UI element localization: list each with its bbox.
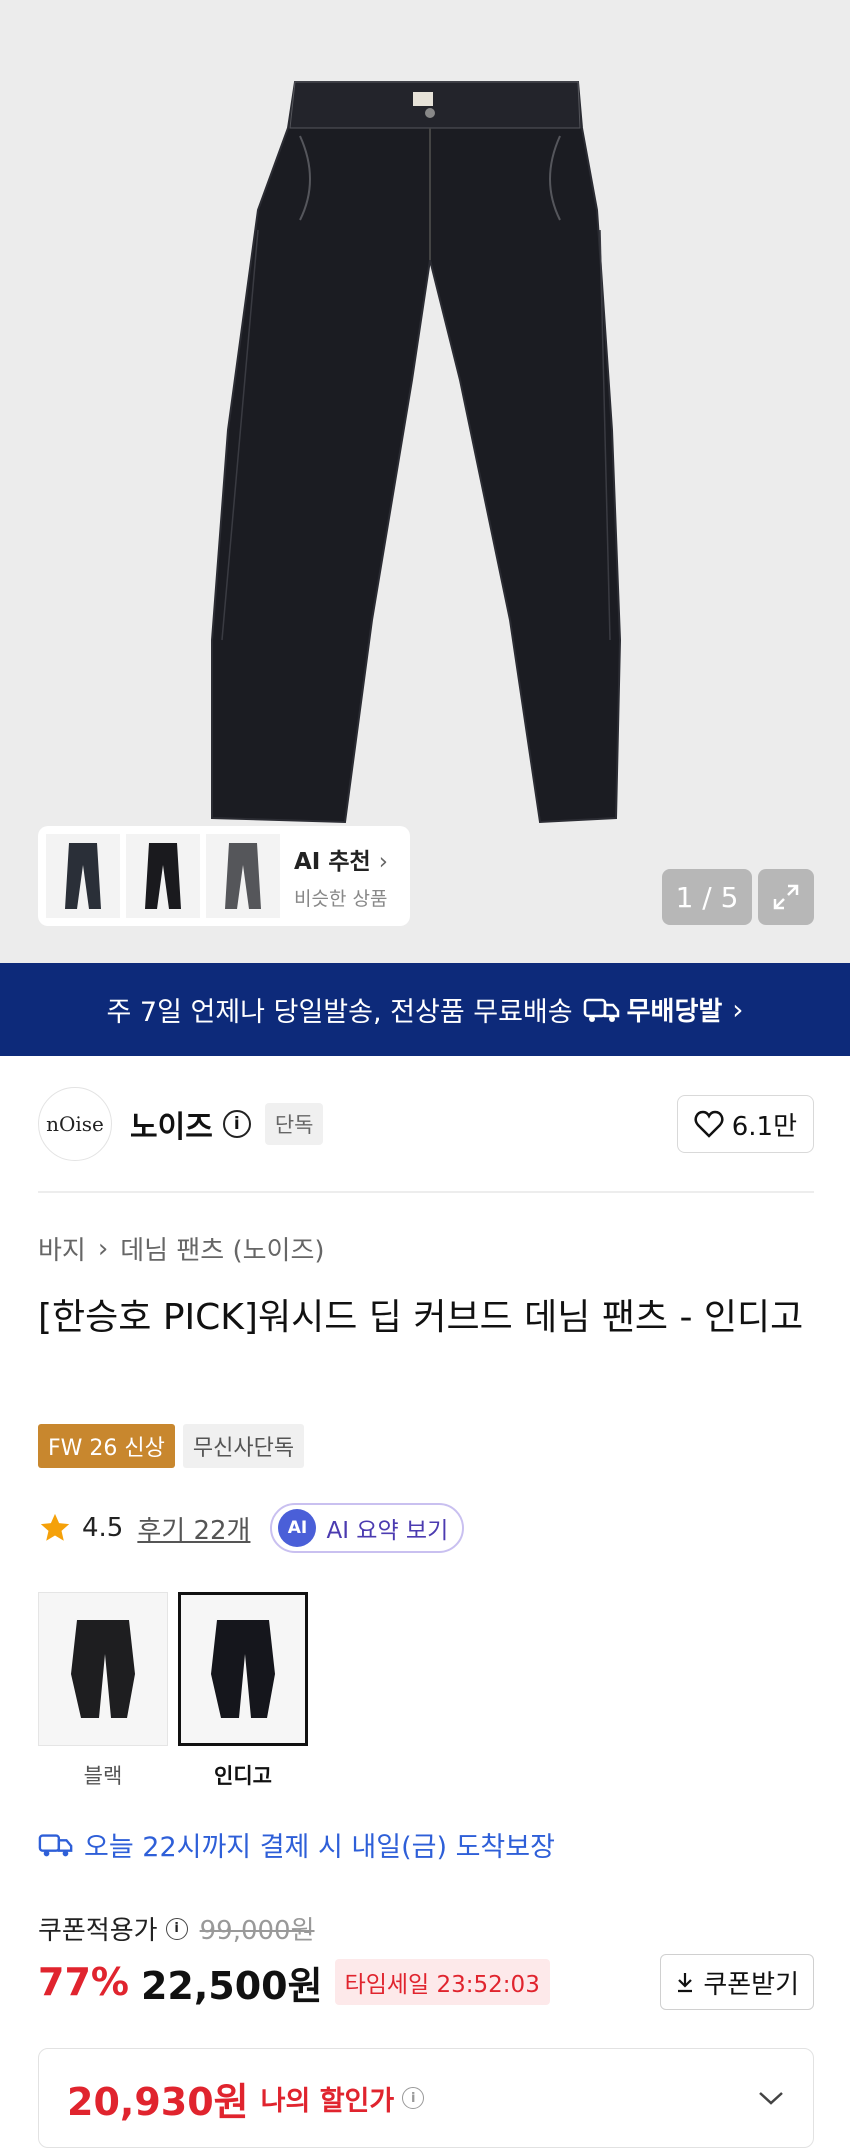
color-options: 블랙 인디고 — [38, 1592, 308, 1790]
sale-price: 22,500원 — [140, 1963, 323, 2008]
delivery-text: 오늘 22시까지 결제 시 내일(금) 도착보장 — [84, 1832, 555, 1863]
ai-rec-thumbnail[interactable] — [126, 834, 200, 918]
expand-icon — [773, 884, 799, 910]
review-link[interactable]: 후기 22개 — [137, 1510, 250, 1547]
color-option-black[interactable]: 블랙 — [38, 1592, 168, 1790]
ai-rec-thumbnail[interactable] — [206, 834, 280, 918]
coupon-price-row: 쿠폰적용가 i 99,000원 — [38, 1910, 315, 1947]
my-price-value: 20,930원 — [67, 2079, 249, 2124]
coupon-button[interactable]: 쿠폰받기 — [660, 1954, 814, 2010]
star-icon — [40, 1513, 70, 1541]
chevron-right-icon: › — [732, 993, 744, 1026]
info-icon[interactable]: i — [165, 1917, 188, 1940]
exclusive-tag: 단독 — [264, 1103, 324, 1145]
heart-icon — [694, 1110, 724, 1138]
badge-new-season: FW 26 신상 — [38, 1424, 175, 1468]
product-title: [한승호 PICK]워시드 딥 커브드 데님 팬츠 - 인디고 — [38, 1297, 804, 1338]
breadcrumb-category[interactable]: 바지 — [38, 1230, 86, 1267]
rating-row: 4.5 후기 22개 AI AI 요약 보기 — [38, 1500, 465, 1556]
product-badges: FW 26 신상 무신사단독 — [38, 1424, 305, 1468]
ai-summary-label: AI 요약 보기 — [326, 1518, 449, 1544]
chevron-down-icon — [759, 2092, 783, 2105]
breadcrumb: 바지 › 데님 팬츠 (노이즈) — [38, 1230, 325, 1267]
rating-value: 4.5 — [82, 1513, 124, 1543]
product-image-main — [211, 81, 622, 824]
ai-summary-button[interactable]: AI AI 요약 보기 — [270, 1503, 465, 1553]
shipping-brand: 무배당발 — [583, 991, 722, 1028]
color-label: 인디고 — [214, 1764, 272, 1788]
image-counter: 1 / 5 — [662, 869, 752, 925]
brand-row: nOise 노이즈 i 단독 6.1만 — [38, 1087, 814, 1161]
original-price: 99,000원 — [199, 1916, 315, 1946]
product-image-gallery[interactable]: AI 추천 › 비슷한 상품 1 / 5 — [0, 0, 850, 963]
info-icon[interactable]: i — [402, 2087, 425, 2109]
ai-rec-thumbnail[interactable] — [46, 834, 120, 918]
download-icon — [678, 1973, 693, 1993]
chevron-right-icon: › — [97, 1233, 109, 1264]
color-thumbnail — [178, 1592, 308, 1746]
color-thumbnail — [38, 1592, 168, 1746]
coupon-price-label: 쿠폰적용가 — [38, 1916, 158, 1946]
like-count: 6.1만 — [731, 1111, 797, 1142]
timesale-badge: 타임세일 23:52:03 — [334, 1959, 550, 2005]
info-icon[interactable]: i — [222, 1110, 251, 1138]
shipping-banner-text: 주 7일 언제나 당일발송, 전상품 무료배송 — [106, 997, 573, 1028]
my-price-label: 나의 할인가 — [260, 2085, 395, 2117]
brand-logo[interactable]: nOise — [38, 1087, 112, 1161]
ai-icon: AI — [278, 1509, 317, 1547]
delivery-guarantee: 오늘 22시까지 결제 시 내일(금) 도착보장 — [38, 1825, 555, 1864]
delivery-truck-icon — [583, 998, 619, 1022]
color-label: 블랙 — [83, 1764, 123, 1788]
like-button[interactable]: 6.1만 — [676, 1095, 814, 1153]
color-option-indigo[interactable]: 인디고 — [178, 1592, 308, 1790]
price-row: 77% 22,500원 타임세일 23:52:03 쿠폰받기 — [38, 1952, 814, 2012]
breadcrumb-subcategory[interactable]: 데님 팬츠 (노이즈) — [120, 1230, 324, 1267]
ai-rec-subtitle: 비슷한 상품 — [294, 887, 388, 910]
discount-rate: 77% — [38, 1960, 129, 2004]
divider — [38, 1191, 814, 1193]
my-discount-price[interactable]: 20,930원 나의 할인가 i — [38, 2048, 814, 2148]
shipping-banner[interactable]: 주 7일 언제나 당일발송, 전상품 무료배송 무배당발 › — [0, 963, 850, 1056]
delivery-truck-icon — [38, 1833, 73, 1856]
badge-exclusive: 무신사단독 — [182, 1424, 305, 1468]
chevron-right-icon: › — [378, 848, 388, 875]
expand-image-button[interactable] — [758, 869, 814, 925]
brand-name[interactable]: 노이즈 — [130, 1102, 213, 1146]
ai-recommendation-card[interactable]: AI 추천 › 비슷한 상품 — [38, 826, 410, 926]
ai-rec-title: AI 추천 › — [294, 848, 388, 875]
